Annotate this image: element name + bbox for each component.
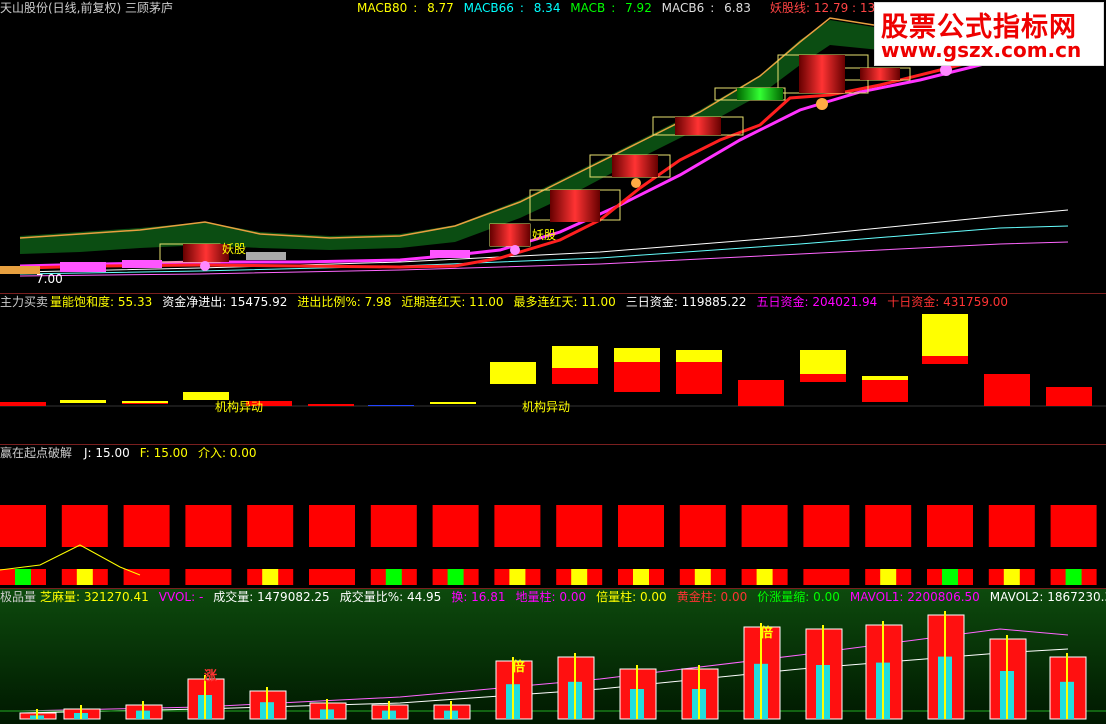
start-point-strip-mark <box>262 569 279 585</box>
start-point-block <box>0 505 46 547</box>
volume-marker-line <box>450 701 452 719</box>
volume-marker-line <box>326 699 328 719</box>
main-force-bar-top <box>122 401 168 403</box>
yaogu-tag: 妖股 <box>222 242 247 256</box>
start-point-strip-mark <box>385 569 402 585</box>
main-force-bar <box>1046 387 1092 406</box>
volume-marker-line <box>882 621 884 719</box>
volume-marker-line <box>1066 653 1068 719</box>
start-point-strip-mark <box>138 569 155 585</box>
macb-label: MACB <box>570 1 606 15</box>
start-point-block <box>370 505 417 547</box>
double-volume-mark: 倍 <box>512 660 526 675</box>
main-force-bar <box>368 405 414 406</box>
volume-panel[interactable]: 极品量 芝麻量: 321270.41 VVOL: - 成交量: 1479082.25… <box>0 589 1106 724</box>
main-force-chart <box>0 314 1106 407</box>
macb-value: 7.92 <box>625 1 652 15</box>
start-point-block <box>432 505 479 547</box>
watermark-logo: 股票公式指标网 www.gszx.com.cn <box>874 2 1104 66</box>
volume-marker-line <box>142 701 144 719</box>
macb66-value: 8.34 <box>533 1 561 15</box>
macb80-label: MACB80 <box>357 1 408 15</box>
start-point-strip-mark <box>694 569 711 585</box>
main-force-bar <box>0 402 46 406</box>
main-force-bar-top <box>922 314 968 356</box>
institution-move-label: 机构异动 <box>215 400 264 414</box>
main-force-bar-top <box>490 362 536 384</box>
start-point-block <box>988 505 1035 547</box>
start-point-strip-mark <box>509 569 526 585</box>
macb80-value: 8.77 <box>427 1 454 15</box>
start-point-strip-mark <box>76 569 93 585</box>
start-point-block <box>679 505 726 547</box>
ma-indicators: MACB80: 8.77 MACB66: 8.34 MACB: 7.92 MAC… <box>357 1 751 15</box>
main-force-bar <box>738 380 784 406</box>
start-point-panel[interactable]: 赢在起点破解 J: 15.00 F: 15.00 介入: 0.00 <box>0 445 1106 588</box>
price-panel[interactable]: 天山股份(日线,前复权) 三顾茅庐 MACB80: 8.77 MACB66: 8… <box>0 0 1106 293</box>
start-point-strip-mark <box>942 569 958 585</box>
volume-marker-line <box>36 709 38 719</box>
volume-marker-line <box>388 701 390 719</box>
start-point-block <box>803 505 850 547</box>
start-point-block <box>556 505 603 547</box>
start-point-block <box>494 505 541 547</box>
start-point-block <box>927 505 973 547</box>
macb6-value: 6.83 <box>724 1 751 15</box>
main-force-bar-top <box>862 376 908 380</box>
volume-marker-line <box>1006 635 1008 719</box>
main-force-panel[interactable]: 主力买卖 量能饱和度: 55.33 资金净进出: 15475.92 进出比例%: 7… <box>0 294 1106 444</box>
main-force-bar-top <box>60 400 106 403</box>
main-force-bar-top <box>614 348 660 362</box>
start-point-block <box>309 505 355 547</box>
main-force-bar-top <box>676 350 722 362</box>
volume-marker-line <box>80 705 82 719</box>
start-point-strip-mark <box>200 569 217 585</box>
start-point-block <box>865 505 912 547</box>
chart-title: 天山股份(日线,前复权) 三顾茅庐 <box>0 1 173 15</box>
main-force-bar-top <box>800 350 846 374</box>
start-point-strip-mark <box>571 569 588 585</box>
main-force-bar <box>984 374 1030 406</box>
start-point-strip-mark <box>756 569 773 585</box>
institution-move-label: 机构异动 <box>522 400 571 414</box>
start-point-block <box>618 505 664 547</box>
volume-marker-line <box>636 665 638 719</box>
volume-chart <box>0 611 1106 720</box>
start-point-strip-mark <box>1003 569 1020 585</box>
low-price-label: 7.00 <box>36 272 63 286</box>
yaogu-line-readout: 妖股线: 12.79 : 13.2 <box>770 1 887 15</box>
yaogu-tag: 妖股 <box>532 228 557 242</box>
start-point-block <box>741 505 788 547</box>
start-point-strip-mark <box>818 569 835 585</box>
start-point-block <box>1050 505 1097 547</box>
watermark-url: www.gszx.com.cn <box>881 38 1082 62</box>
volume-marker-line <box>698 665 700 719</box>
start-point-block <box>123 505 170 547</box>
main-force-bar-top <box>552 346 598 368</box>
start-point-block <box>61 505 108 547</box>
volume-marker-line <box>266 687 268 719</box>
macb66-label: MACB66 <box>463 1 514 15</box>
volume-marker-line <box>822 625 824 719</box>
start-point-block <box>185 505 232 547</box>
volume-marker-line <box>944 611 946 719</box>
start-point-strip-mark <box>1065 569 1082 585</box>
start-point-strip-mark <box>324 569 340 585</box>
start-point-block <box>247 505 294 547</box>
main-force-bar <box>308 404 354 406</box>
main-force-bar-top <box>430 402 476 404</box>
double-volume-mark: 倍 <box>760 626 774 641</box>
start-point-strip-mark <box>15 569 31 585</box>
limit-up-mark: 涨 <box>204 669 218 684</box>
start-point-strip-mark <box>633 569 649 585</box>
volume-marker-line <box>574 653 576 719</box>
macb6-label: MACB6 <box>661 1 705 15</box>
start-point-strip-mark <box>447 569 464 585</box>
start-point-strip-mark <box>880 569 897 585</box>
start-point-chart <box>0 505 1097 585</box>
